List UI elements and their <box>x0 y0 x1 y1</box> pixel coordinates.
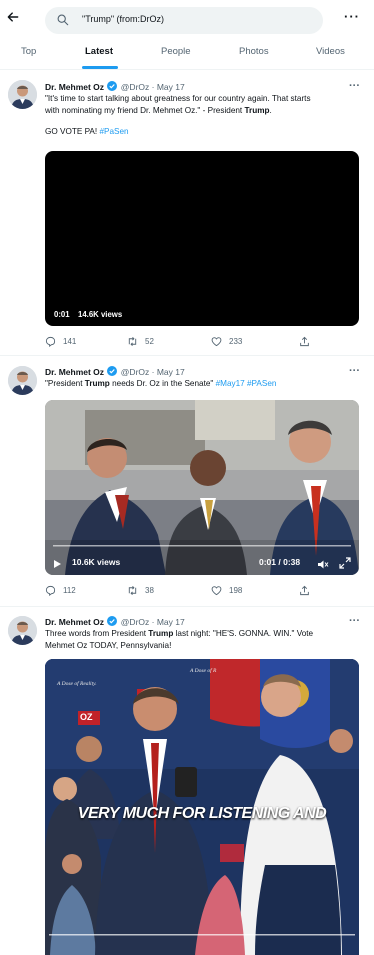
share-button[interactable] <box>299 336 310 347</box>
search-tabs: Top Latest People Photos Videos <box>0 40 374 70</box>
banner-text: A Dose of R <box>190 668 217 674</box>
reply-button[interactable]: 112 <box>45 585 76 596</box>
tab-top[interactable]: Top <box>21 46 36 57</box>
tweet-header: Dr. Mehmet Oz @DrOz · May 17 <box>45 81 185 92</box>
tweet[interactable]: Dr. Mehmet Oz @DrOz · May 17 ··· "It's t… <box>0 71 374 356</box>
hashtag-link[interactable]: #PASen <box>247 379 276 388</box>
retweet-icon <box>128 586 137 595</box>
like-button[interactable]: 198 <box>211 585 242 596</box>
tab-videos[interactable]: Videos <box>316 46 345 57</box>
more-icon[interactable]: ··· <box>349 366 360 377</box>
mute-icon[interactable] <box>317 557 329 569</box>
retweet-button[interactable]: 38 <box>127 585 154 596</box>
tweet[interactable]: Dr. Mehmet Oz @DrOz · May 17 ··· Three w… <box>0 608 374 955</box>
verified-badge-icon <box>107 616 118 626</box>
tweet-header: Dr. Mehmet Oz @DrOz · May 17 <box>45 616 185 627</box>
reply-button[interactable]: 141 <box>45 336 76 347</box>
share-icon <box>300 336 309 347</box>
video-player[interactable]: 10.6K views 0:01 / 0:38 <box>45 400 359 575</box>
tweet-text: Three words from President Trump last ni… <box>45 629 314 650</box>
tweet-text: "It's time to start talking about greatn… <box>45 94 311 136</box>
verified-badge-icon <box>107 81 118 91</box>
share-button[interactable] <box>299 585 310 596</box>
hashtag-link[interactable]: #PaSen <box>99 127 128 136</box>
reply-icon <box>45 336 56 347</box>
reply-icon <box>45 585 56 596</box>
video-timestamp: 0:01 / 0:38 <box>259 557 301 567</box>
search-query[interactable]: "Trump" (from:DrOz) <box>82 14 164 24</box>
video-caption: VERY MUCH FOR LISTENING AND <box>77 805 327 822</box>
tweet-header: Dr. Mehmet Oz @DrOz · May 17 <box>45 366 185 377</box>
play-icon[interactable] <box>53 556 62 568</box>
tweet-date[interactable]: May 17 <box>157 617 185 627</box>
active-tab-indicator <box>82 66 118 69</box>
more-options-icon[interactable]: ··· <box>344 10 360 23</box>
verified-badge-icon <box>107 366 118 376</box>
author-handle[interactable]: @DrOz <box>121 617 149 627</box>
video-player[interactable]: A Dose of Reality. A Dose of R OZ VERY M… <box>45 659 359 955</box>
author-name[interactable]: Dr. Mehmet Oz <box>45 617 104 627</box>
heart-icon <box>211 586 222 596</box>
tab-latest[interactable]: Latest <box>85 46 113 57</box>
video-controls <box>45 540 359 575</box>
tweet-date[interactable]: May 17 <box>157 367 185 377</box>
video-views: 14.6K views <box>78 310 123 319</box>
search-input[interactable]: "Trump" (from:DrOz) <box>45 7 323 34</box>
like-button[interactable]: 233 <box>211 336 242 347</box>
avatar[interactable] <box>8 616 37 645</box>
fullscreen-icon[interactable] <box>339 556 351 569</box>
author-handle[interactable]: @DrOz <box>121 367 149 377</box>
hashtag-link[interactable]: #May17 <box>216 379 245 388</box>
author-handle[interactable]: @DrOz <box>121 82 149 92</box>
tweet-text: "President Trump needs Dr. Oz in the Sen… <box>45 379 277 388</box>
retweet-button[interactable]: 52 <box>127 336 154 347</box>
back-arrow-icon[interactable] <box>6 10 24 28</box>
tweet-actions: 112 38 198 <box>45 585 363 599</box>
share-icon <box>300 585 309 596</box>
author-name[interactable]: Dr. Mehmet Oz <box>45 367 104 377</box>
more-icon[interactable]: ··· <box>349 81 360 92</box>
top-bar: "Trump" (from:DrOz) ··· <box>0 0 374 40</box>
more-icon[interactable]: ··· <box>349 616 360 627</box>
retweet-icon <box>128 337 137 346</box>
video-timestamp: 0:01 <box>54 310 70 319</box>
tweet-actions: 141 52 233 <box>45 336 363 350</box>
heart-icon <box>211 337 222 347</box>
tweet-date[interactable]: May 17 <box>157 82 185 92</box>
search-icon <box>57 13 71 27</box>
avatar[interactable] <box>8 366 37 395</box>
tweet[interactable]: Dr. Mehmet Oz @DrOz · May 17 ··· "Presid… <box>0 357 374 607</box>
oz-sign-text: OZ <box>80 712 93 722</box>
video-player[interactable]: 0:01 14.6K views <box>45 151 359 326</box>
video-views: 10.6K views <box>72 557 121 567</box>
author-name[interactable]: Dr. Mehmet Oz <box>45 82 104 92</box>
banner-text: A Dose of Reality. <box>57 681 97 687</box>
avatar[interactable] <box>8 80 37 109</box>
tab-people[interactable]: People <box>161 46 191 57</box>
tab-photos[interactable]: Photos <box>239 46 269 57</box>
